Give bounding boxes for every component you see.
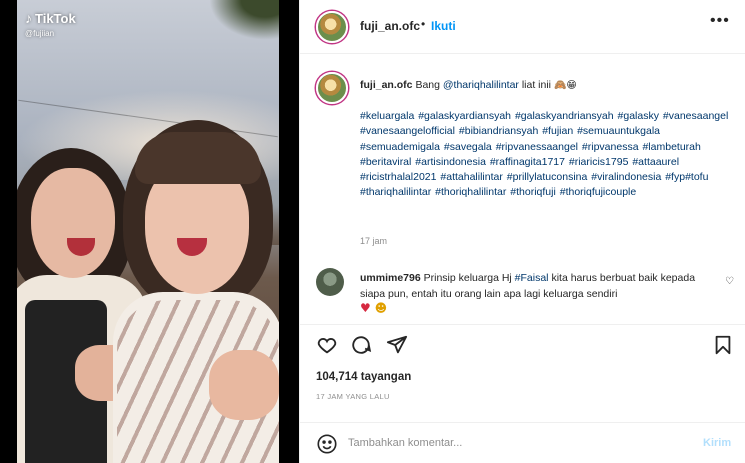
- post-timestamp[interactable]: 17 JAM YANG LALU: [316, 392, 390, 401]
- tiktok-brand-text: TikTok: [35, 10, 76, 26]
- save-bookmark-icon[interactable]: [712, 334, 734, 356]
- post-comment-button[interactable]: Kirim: [703, 437, 731, 449]
- hashtag[interactable]: #thoriqhalilintar: [435, 186, 506, 198]
- like-heart-icon[interactable]: [316, 334, 338, 356]
- hashtag[interactable]: #fyp#tofu: [665, 171, 708, 183]
- tiktok-watermark: ♪ TikTok: [25, 10, 76, 26]
- hashtag[interactable]: #bibiandriansyah: [459, 125, 538, 137]
- hashtag[interactable]: #thoriqfuji: [510, 186, 556, 198]
- commenter-username[interactable]: ummime796: [360, 272, 421, 284]
- caption-username[interactable]: fuji_an.ofc: [360, 79, 413, 91]
- smiling-face-icon: ☻: [374, 301, 388, 315]
- caption-timestamp[interactable]: 17 jam: [360, 236, 387, 246]
- comment-bubble-icon[interactable]: [350, 334, 372, 356]
- red-heart-icon: ♥: [360, 301, 371, 315]
- hashtag[interactable]: #raffinagita1717: [490, 156, 565, 168]
- hashtag[interactable]: #semuauntukgala: [577, 125, 660, 137]
- tree-foliage: [209, 0, 279, 40]
- tiktok-handle: @fujiian: [25, 29, 55, 38]
- hashtag[interactable]: #attahalilintar: [440, 171, 502, 183]
- hashtag[interactable]: #ricistrhalal2021: [360, 171, 436, 183]
- hashtag[interactable]: #thariqhalilintar: [360, 186, 431, 198]
- view-count[interactable]: 104,714 tayangan: [316, 371, 411, 383]
- post-header: fuji_an.ofc • Ikuti •••: [300, 0, 745, 54]
- author-avatar[interactable]: [316, 11, 348, 43]
- caption-text-prefix: Bang: [415, 79, 443, 91]
- video-frame[interactable]: [17, 0, 279, 463]
- hashtag[interactable]: #galaskyardiansyah: [418, 110, 511, 122]
- hashtag[interactable]: #viralindonesia: [591, 171, 661, 183]
- tiktok-note-icon: ♪: [25, 10, 32, 26]
- hashtag[interactable]: #prillylatuconsina: [507, 171, 588, 183]
- hashtag[interactable]: #semuademigala: [360, 141, 440, 153]
- author-username[interactable]: fuji_an.ofc: [360, 19, 420, 33]
- hashtag[interactable]: #galaskyandriansyah: [515, 110, 614, 122]
- post-details-panel: fuji_an.ofc • Ikuti ••• fuji_an.ofc Bang…: [299, 0, 745, 463]
- caption-avatar[interactable]: [316, 72, 348, 104]
- caption-hashtags: #keluargala #galaskyardiansyah #galaskya…: [360, 109, 732, 201]
- hashtag[interactable]: #fujian: [542, 125, 573, 137]
- caption-emojis: 🙈😁: [553, 80, 577, 91]
- hashtag[interactable]: #lambeturah: [642, 141, 700, 153]
- caption-mention[interactable]: @thariqhalilintar: [443, 79, 519, 91]
- comment-input[interactable]: [348, 434, 678, 452]
- post-media[interactable]: ♪ TikTok @fujiian: [0, 0, 299, 463]
- caption-text-suffix: liat inii: [518, 79, 552, 91]
- girl-right-bangs: [135, 132, 261, 184]
- emoji-picker-icon[interactable]: [316, 433, 338, 455]
- more-options-icon[interactable]: •••: [710, 12, 730, 30]
- hashtag[interactable]: #attaaurel: [632, 156, 679, 168]
- comment-like-icon[interactable]: ♡: [725, 276, 734, 287]
- hashtag[interactable]: #ripvanessaangel: [496, 141, 578, 153]
- comment-hashtag[interactable]: #Faisal: [515, 272, 549, 284]
- girl-right-hand: [209, 350, 279, 420]
- commenter-avatar[interactable]: [316, 268, 344, 296]
- hashtag[interactable]: #galasky: [618, 110, 659, 122]
- hashtag[interactable]: #keluargala: [360, 110, 414, 122]
- hashtag[interactable]: #beritaviral: [360, 156, 411, 168]
- girl-left-face: [31, 168, 115, 278]
- hashtag[interactable]: #ripvanessa: [582, 141, 639, 153]
- comment-text-before: Prinsip keluarga Hj: [420, 272, 515, 284]
- header-separator: •: [421, 17, 426, 31]
- hashtag[interactable]: #thoriqfujicouple: [560, 186, 636, 198]
- hashtag[interactable]: #savegala: [444, 141, 492, 153]
- hashtag[interactable]: #vanesaangel: [663, 110, 728, 122]
- hashtag[interactable]: #artisindonesia: [415, 156, 486, 168]
- hashtag[interactable]: #riaricis1795: [569, 156, 629, 168]
- add-comment-bar: Kirim: [300, 422, 745, 463]
- hashtag[interactable]: #vanesaangelofficial: [360, 125, 455, 137]
- comment-emojis: ♥ ☻: [360, 301, 387, 315]
- comment-item: ummime796 Prinsip keluarga Hj #Faisal ki…: [360, 270, 716, 302]
- post-caption: fuji_an.ofc Bang @thariqhalilintar liat …: [360, 78, 732, 93]
- follow-button[interactable]: Ikuti: [431, 19, 456, 33]
- share-paper-plane-icon[interactable]: [386, 334, 408, 356]
- post-actions-bar: [300, 324, 745, 366]
